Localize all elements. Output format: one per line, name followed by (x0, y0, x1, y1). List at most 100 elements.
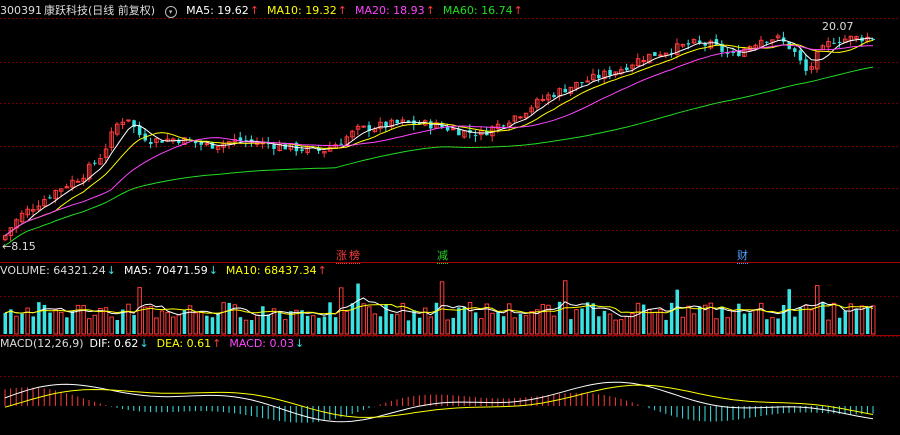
candle-body (563, 88, 567, 93)
volume-bar (367, 306, 372, 335)
candle-body (137, 125, 142, 135)
volume-bar (300, 310, 304, 334)
volume-bar (507, 303, 512, 335)
candle-body (479, 129, 484, 136)
candle-body (87, 163, 92, 180)
candle-body (759, 39, 764, 48)
volume-bar (423, 307, 428, 335)
volume-bar (843, 310, 847, 334)
candle-body (635, 58, 641, 67)
candle-body (288, 143, 294, 150)
candle-body (630, 64, 635, 69)
volume-bar (759, 302, 764, 335)
candle-body (132, 120, 136, 128)
marker-cai[interactable]: 财 (737, 247, 748, 264)
volume-bar (221, 302, 226, 335)
candle-body (311, 146, 315, 148)
up-arrow-icon: ↑ (513, 4, 523, 17)
volume-bar (317, 317, 321, 334)
volume-bar (3, 312, 7, 334)
marker-jian[interactable]: 减 (437, 247, 448, 264)
candle-body (64, 186, 70, 189)
candle-body (255, 142, 260, 145)
candle-body (372, 128, 378, 133)
volume-bar (451, 317, 455, 334)
candle-body (523, 112, 529, 119)
candle-body (518, 116, 523, 119)
candle-body (215, 146, 221, 150)
candle-body (81, 177, 86, 183)
candle-body (177, 139, 181, 143)
volume-bar (781, 304, 786, 334)
candle-body (731, 51, 735, 53)
volume-bar (210, 317, 215, 334)
candle-body (865, 36, 870, 42)
volume-ma-lines (4, 297, 874, 318)
candle-body (495, 123, 501, 129)
candle-body (585, 80, 590, 83)
volume-bar (703, 304, 708, 335)
volume-bar (523, 315, 529, 335)
dropdown-icon[interactable]: ▾ (164, 6, 177, 18)
volume-bar (417, 317, 422, 334)
candle-body (171, 138, 176, 142)
volume-bar (115, 320, 119, 334)
candle-body (720, 43, 724, 52)
candle-body (804, 59, 808, 71)
volume-bar (518, 313, 523, 334)
candle-body (294, 142, 299, 152)
down-arrow-icon: ↓ (106, 264, 116, 277)
marker-bang[interactable]: 榜 (349, 247, 360, 264)
volume-bar (238, 317, 243, 334)
volume-bar (434, 302, 439, 334)
candle-body (568, 86, 574, 94)
volume-bar (737, 303, 741, 334)
volume-bar (697, 306, 702, 334)
candle-body (658, 54, 663, 57)
volume-bar (563, 280, 568, 335)
volume-bar (613, 319, 618, 335)
candle-body (417, 123, 422, 125)
volume-bar (602, 310, 607, 334)
volume-bar (137, 287, 142, 335)
volume-bar (271, 308, 277, 335)
volume-ma10-label: MA10: 68437.34↑ (225, 264, 327, 277)
volume-bar (406, 320, 411, 334)
candle-body (619, 69, 624, 75)
candle-body (384, 121, 388, 128)
candle-body (540, 99, 546, 102)
volume-bar (680, 316, 686, 335)
candle-body (602, 70, 607, 80)
candle-body (232, 138, 238, 143)
candle-body (860, 37, 864, 42)
dea-label: DEA: 0.61↑ (156, 337, 222, 350)
candle-body (747, 46, 753, 51)
candle-body (608, 69, 612, 76)
volume-bar (831, 302, 837, 335)
candle-body (708, 40, 714, 49)
volume-bar (742, 313, 747, 334)
volume-bar (339, 287, 344, 335)
moving-average-lines (4, 37, 874, 247)
candle-body (854, 36, 859, 40)
candle-body (765, 41, 769, 43)
marker-zhang[interactable]: 涨 (336, 247, 347, 264)
volume-bar (630, 313, 635, 335)
volume-bar (837, 317, 842, 334)
up-arrow-icon: ↑ (425, 4, 435, 17)
candle-body (686, 43, 691, 45)
candle-body (154, 138, 159, 143)
volume-bar (81, 304, 86, 335)
volume-bar (328, 302, 332, 334)
stock-chart[interactable] (0, 0, 900, 435)
candle-body (429, 121, 433, 129)
volume-bar (70, 310, 75, 334)
volume-bar (574, 309, 579, 335)
volume-bar (378, 316, 383, 334)
candle-body (501, 125, 506, 127)
volume-bar (591, 303, 595, 334)
volume-bar (305, 315, 310, 334)
candle-body (512, 115, 518, 122)
volume-bar (496, 311, 500, 334)
candle-body (703, 43, 707, 46)
